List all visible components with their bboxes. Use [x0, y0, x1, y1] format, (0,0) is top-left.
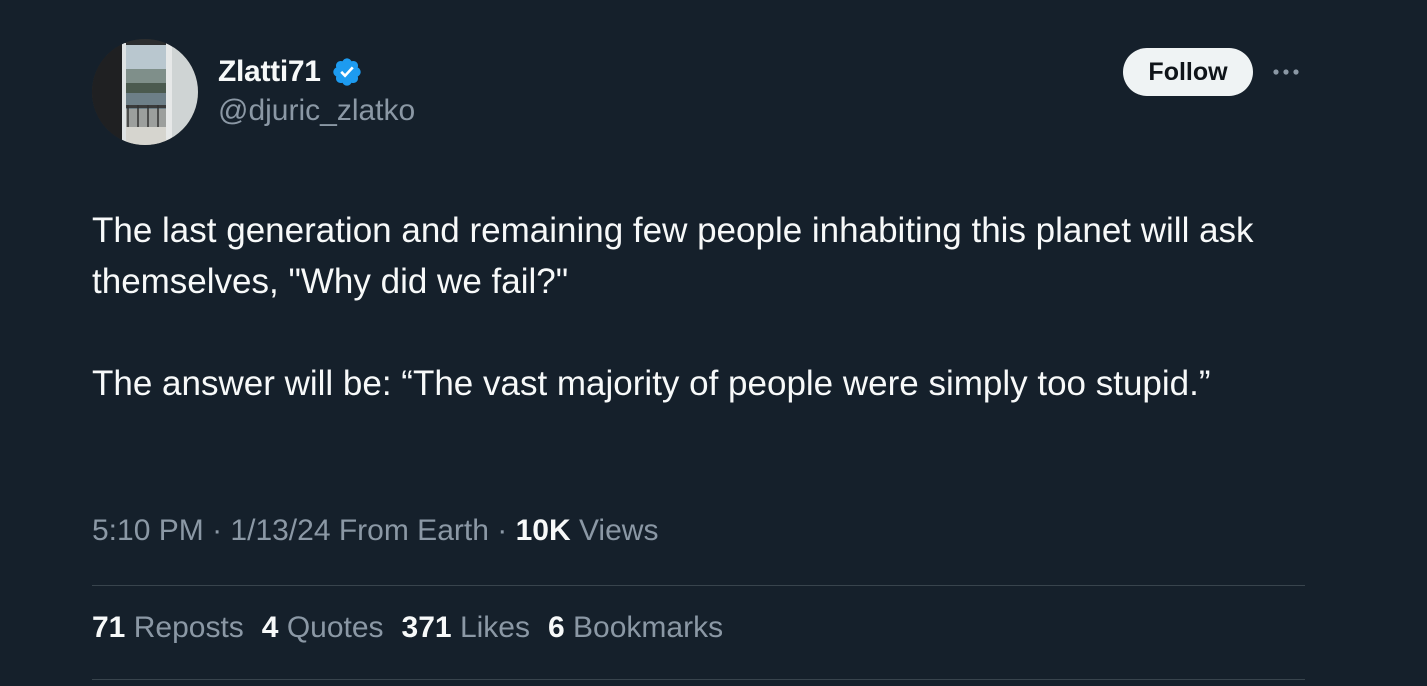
reposts-stat[interactable]: 71 Reposts: [92, 611, 244, 645]
author-handle[interactable]: @djuric_zlatko: [218, 94, 415, 128]
author-display-name[interactable]: Zlatti71: [218, 55, 321, 89]
author-name-row[interactable]: Zlatti71: [218, 52, 363, 92]
likes-count: 371: [401, 611, 452, 644]
likes-stat[interactable]: 371 Likes: [402, 611, 530, 645]
views-label: Views: [578, 514, 659, 547]
tweet-time[interactable]: 5:10 PM: [92, 514, 204, 547]
follow-button[interactable]: Follow: [1123, 48, 1253, 96]
verified-badge-icon[interactable]: [331, 56, 363, 88]
quotes-count: 4: [261, 611, 279, 644]
avatar[interactable]: [92, 39, 198, 145]
bookmarks-count: 6: [548, 611, 565, 644]
tweet-meta: 5:10 PM · 1/13/24 From Earth · 10K Views: [92, 514, 658, 548]
bookmarks-stat[interactable]: 6 Bookmarks: [548, 611, 723, 645]
likes-label: Likes: [459, 611, 530, 644]
divider: [92, 679, 1305, 680]
meta-separator: [489, 514, 497, 547]
quotes-label: Quotes: [286, 611, 384, 644]
views-count: 10K: [515, 514, 571, 547]
tweet-paragraph: The last generation and remaining few pe…: [92, 211, 1254, 301]
quotes-stat[interactable]: 4 Quotes: [262, 611, 384, 645]
meta-separator: ·: [212, 514, 223, 547]
divider: [92, 585, 1305, 586]
tweet-detail: Zlatti71 @djuric_zlatko Follow The last …: [0, 0, 1427, 686]
more-horizontal-icon[interactable]: [1268, 58, 1304, 86]
engagement-stats: 71 Reposts 4 Quotes 371 Likes 6 Bookmark…: [92, 611, 723, 645]
tweet-date[interactable]: 1/13/24: [230, 514, 330, 547]
reposts-label: Reposts: [133, 611, 244, 644]
meta-separator: ·: [497, 514, 508, 547]
tweet-text: The last generation and remaining few pe…: [92, 205, 1322, 409]
reposts-count: 71: [92, 611, 126, 644]
tweet-paragraph: The answer will be: “The vast majority o…: [92, 364, 1211, 403]
avatar-photo: [92, 39, 198, 145]
bookmarks-label: Bookmarks: [573, 611, 724, 644]
tweet-source: From Earth: [338, 514, 489, 547]
